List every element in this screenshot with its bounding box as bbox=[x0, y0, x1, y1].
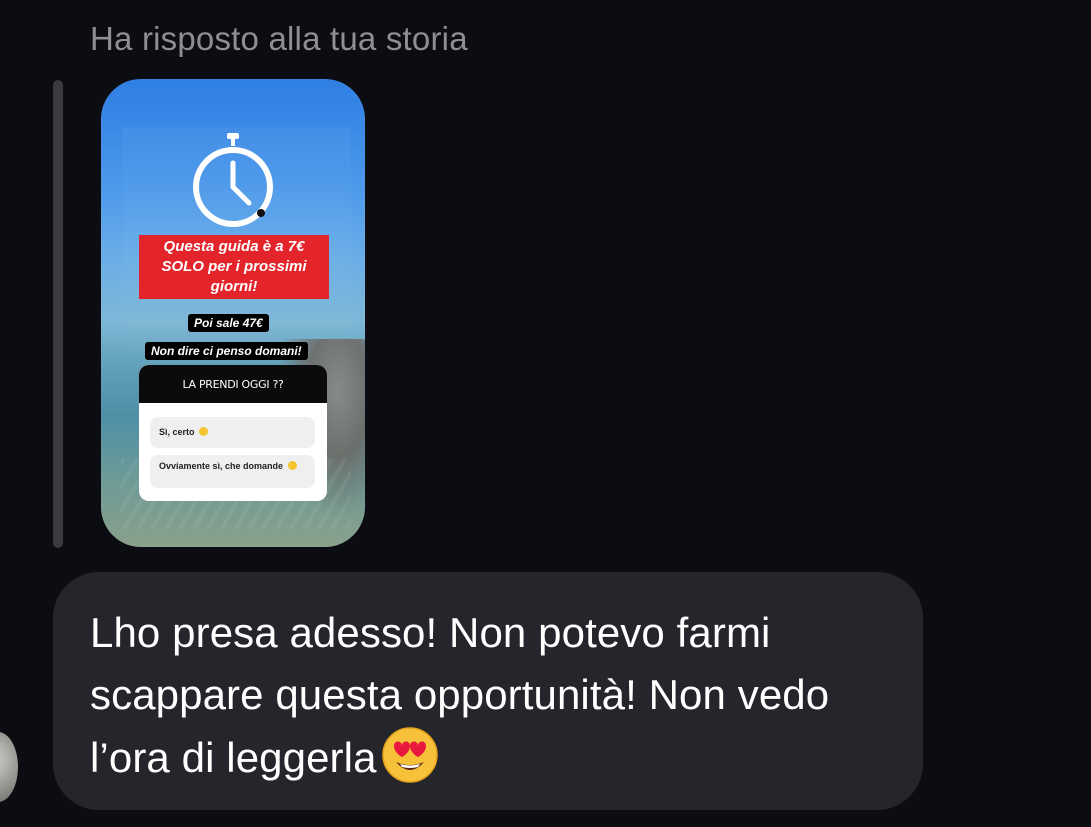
message-bubble[interactable]: Lho presa adesso! Non potevo farmi scapp… bbox=[53, 572, 923, 810]
poll-option[interactable]: Sì, certo bbox=[150, 417, 315, 448]
price-sticker: Questa guida è a 7€ SOLO per i prossimi … bbox=[139, 235, 329, 299]
stopwatch-icon bbox=[193, 133, 273, 227]
message-text-block: Lho presa adesso! Non potevo farmi scapp… bbox=[90, 602, 890, 789]
story-reply-caption: Ha risposto alla tua storia bbox=[90, 20, 468, 57]
sunglasses-emoji-icon bbox=[199, 427, 209, 436]
poll-question: LA PRENDI OGGI ?? bbox=[139, 365, 327, 403]
poll-option-label: Ovviamente sì, che domande bbox=[159, 461, 284, 471]
price-increase-sticker: Poi sale 47€ bbox=[188, 314, 269, 332]
urgency-sticker: Non dire ci penso domani! bbox=[145, 342, 308, 360]
message-text: Lho presa adesso! Non potevo farmi scapp… bbox=[90, 609, 830, 781]
smiling-emoji-icon bbox=[287, 461, 297, 470]
poll-option-label: Sì, certo bbox=[159, 427, 195, 437]
poll-sticker: LA PRENDI OGGI ?? Sì, certo Ovviamente s… bbox=[139, 365, 327, 501]
heart-eyes-emoji-icon bbox=[381, 727, 438, 783]
reply-quote-bar bbox=[53, 80, 63, 548]
dm-thread: Ha risposto alla tua storia Questa guida… bbox=[0, 0, 1091, 827]
poll-option[interactable]: Ovviamente sì, che domande bbox=[150, 455, 315, 488]
story-preview[interactable]: Questa guida è a 7€ SOLO per i prossimi … bbox=[101, 79, 365, 547]
avatar[interactable] bbox=[0, 732, 18, 802]
